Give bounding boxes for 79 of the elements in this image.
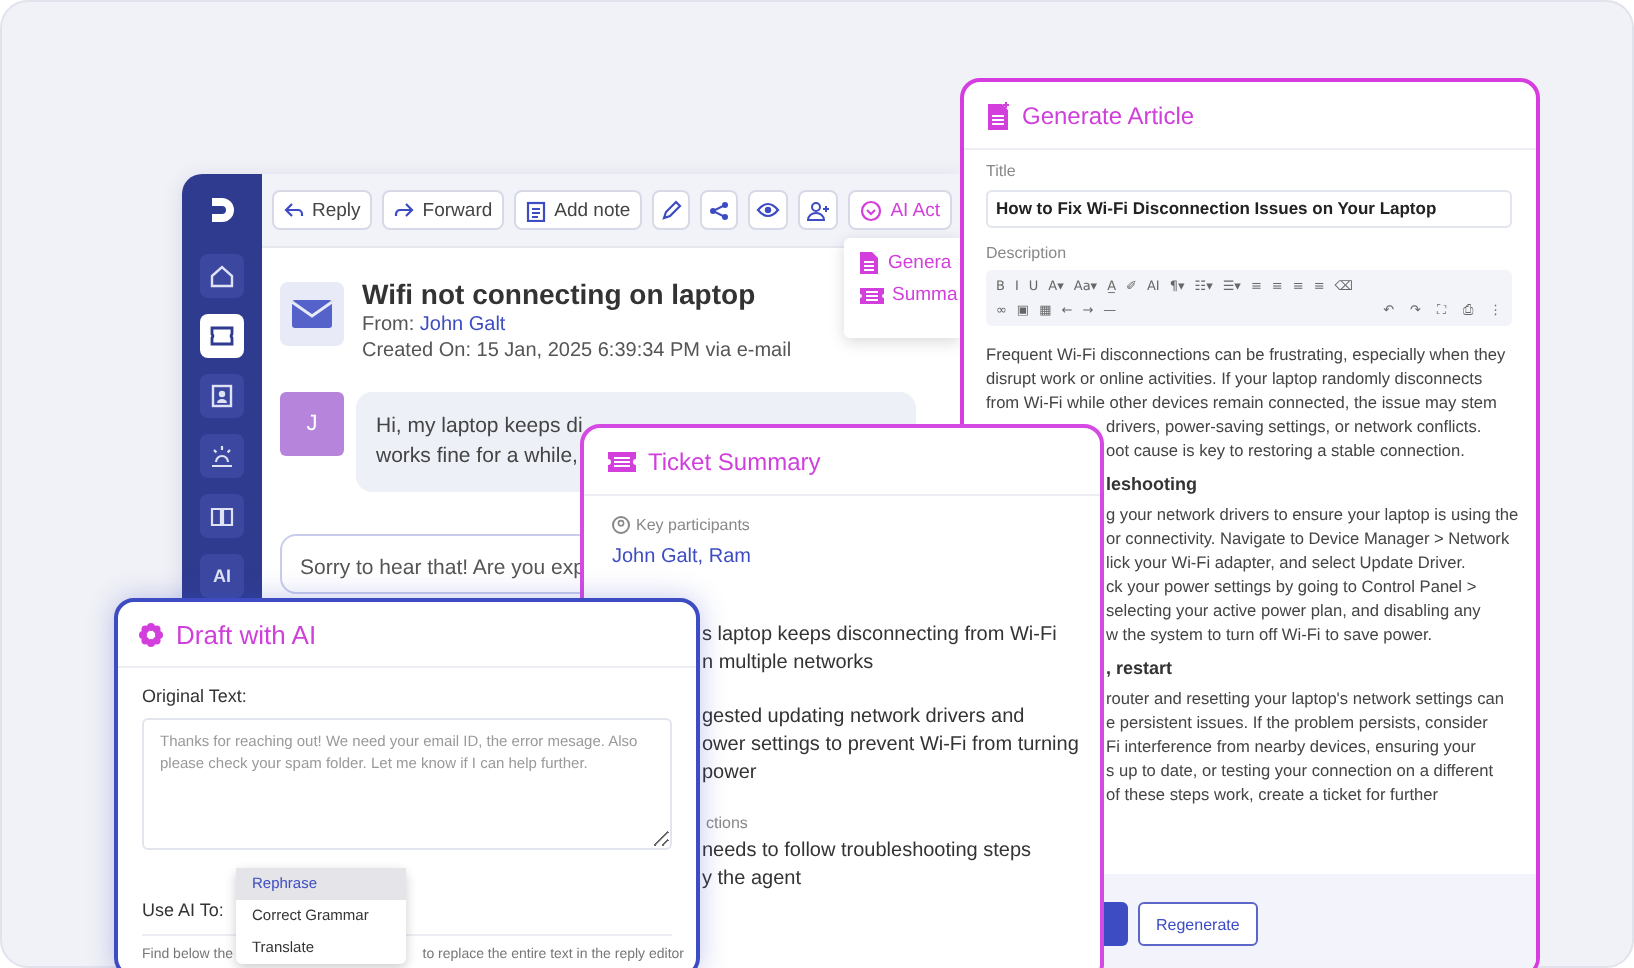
panel-title: Generate Article [1022,101,1195,129]
article-text: g your network drivers to ensure your laptop is using the [1106,501,1519,525]
envelope-icon [280,282,344,346]
article-text: disrupt work or online activities. If your laptop randomly disconnects [986,365,1483,389]
ticket-nav-item[interactable] [200,314,244,358]
summary-text: y the agent [702,866,803,894]
note-button[interactable]: Add note [514,190,643,230]
forward-icon [394,200,415,220]
summary-text: needs to follow troubleshooting steps [702,838,1034,866]
flower-icon [138,621,164,647]
alarm-light-icon [210,444,234,468]
contact-nav-item[interactable] [200,374,244,418]
title-label: Title [986,162,1018,180]
article-text: oot cause is key to restoring a stable connection. [1106,437,1465,461]
sender-link[interactable]: John Galt [419,314,506,336]
from-label: From: [362,314,415,336]
summary-text: n multiple networks [702,650,876,678]
article-text: router and resetting your laptop's network settings can [1106,685,1504,709]
reply-button[interactable]: Reply [272,190,373,230]
participants-text: John Galt, Ram [612,546,753,568]
section-label: ctions [706,814,750,832]
clipboard-icon [526,199,547,221]
summary-text: power [702,760,759,788]
ticket-title: Wifi not connecting on laptop [362,278,758,310]
article-text: Fi interference from nearby devices, ensuring your [1106,733,1476,757]
ticket-icon [210,324,234,348]
article-text: w the system to turn off Wi-Fi to save power. [1106,621,1433,645]
article-text: or connectivity. Navigate to Device Manager > Network [1106,525,1510,549]
ticket-icon [860,285,884,305]
article-text: e persistent issues. If the problem persists, consider [1106,709,1488,733]
add-user-icon [806,199,831,221]
panel-title: Ticket Summary [648,447,821,475]
article-heading: leshooting [1106,471,1197,495]
book-nav-item[interactable] [200,494,244,538]
created-date: Created On: 15 Jan, 2025 6:39:34 PM via e-mail [362,340,792,362]
document-icon [860,250,880,274]
article-text: s up to date, or testing your connection on a different [1106,757,1494,781]
article-text: drivers, power-saving settings, or network conflicts. [1106,413,1482,437]
ai-nav-item[interactable]: AI [200,554,244,598]
ai-button[interactable]: AI Act [848,190,953,230]
article-text: Frequent Wi-Fi disconnections can be frustrating, especially when they [986,341,1506,365]
menu-item[interactable]: Genera [860,250,952,274]
regenerate-button[interactable]: Regenerate [1138,902,1258,946]
panel-title: Draft with AI [176,619,317,649]
description-label: Description [986,243,1069,261]
share-icon [708,199,731,221]
article-heading: , restart [1106,655,1173,679]
eye-button[interactable] [748,190,789,230]
alert-nav-item[interactable] [200,434,244,478]
eye-icon [756,200,781,220]
summary-text: s laptop keeps disconnecting from Wi-Fi [702,622,1059,650]
pencil-button[interactable] [652,190,691,230]
article-text: from Wi-Fi while other devices remain connected, the issue may stem [986,389,1497,413]
article-text: selecting your active power plan, and disabling any [1106,597,1481,621]
message-text: Hi, my laptop keeps di [376,412,583,442]
pencil-icon [660,199,683,221]
home-icon [210,264,234,288]
share-button[interactable] [700,190,739,230]
user-add-button[interactable] [798,190,839,230]
article-text: ck your power settings by going to Control Panel > [1106,573,1477,597]
logo-icon [206,194,238,226]
document-icon [988,101,1010,129]
article-text: of these steps work, create a ticket for further [1106,781,1439,805]
original-text-label: Original Text: [142,686,249,706]
participants-label: Key participants [636,516,750,534]
message-text: works fine for a while, [376,442,578,472]
menu-item[interactable]: Summa [860,284,958,306]
title-input[interactable]: How to Fix Wi-Fi Disconnection Issues on Your Laptop [986,189,1512,227]
reply-icon [284,200,304,220]
home-nav-item[interactable] [200,254,244,298]
chevron-circle-icon [860,199,883,221]
article-text: lick your Wi-Fi adapter, and select Update Driver. [1106,549,1466,573]
contact-card-icon [210,384,234,408]
user-icon [612,516,630,534]
summary-text: gested updating network drivers and [702,704,1027,732]
ticket-icon [608,449,636,473]
avatar: J [280,392,344,456]
forward-button[interactable]: Forward [382,190,505,230]
book-icon [210,504,234,528]
